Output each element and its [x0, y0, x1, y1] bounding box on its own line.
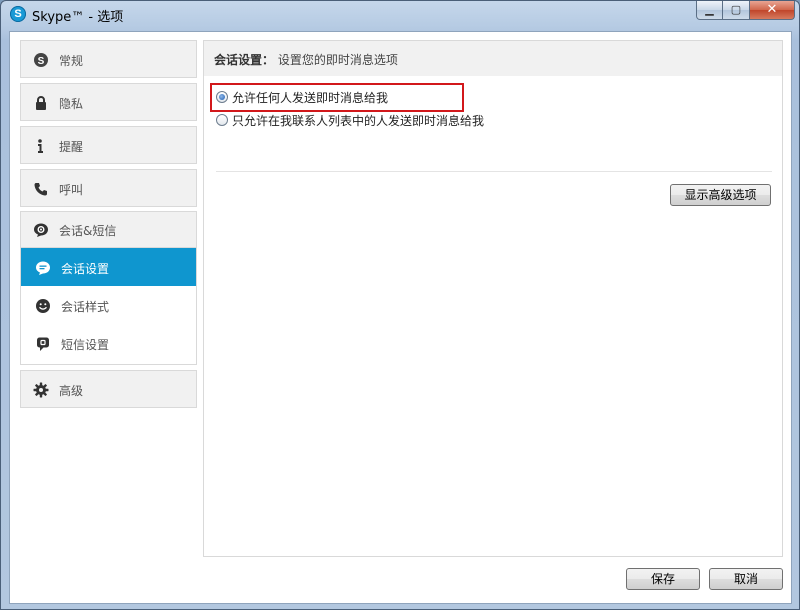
- skype-app-icon: S: [10, 6, 26, 22]
- minimize-button[interactable]: ▁: [696, 1, 723, 20]
- sidebar-subitem-im-style[interactable]: 会话样式: [21, 286, 196, 324]
- chat-bubble-icon: [36, 261, 50, 275]
- divider: [216, 171, 772, 172]
- panel-header-title: 会话设置：: [214, 53, 275, 67]
- sidebar-item-im-sms[interactable]: 会话&短信: [21, 212, 196, 248]
- chat-gear-icon: [34, 223, 48, 237]
- caption-buttons: ▁ ▢ ✕: [696, 1, 795, 21]
- panel-header: 会话设置： 设置您的即时消息选项: [203, 40, 783, 76]
- sidebar-item-label: 高级: [59, 384, 84, 398]
- save-button[interactable]: 保存: [626, 568, 700, 590]
- sidebar-item-advanced[interactable]: 高级: [20, 370, 197, 408]
- cancel-button[interactable]: 取消: [709, 568, 783, 590]
- sidebar-item-notifications[interactable]: 提醒: [20, 126, 197, 164]
- panel-body: 允许任何人发送即时消息给我 只允许在我联系人列表中的人发送即时消息给我 显示高级…: [203, 76, 783, 557]
- sidebar-subitem-label: 短信设置: [61, 338, 110, 352]
- sidebar-item-general[interactable]: S 常规: [20, 40, 197, 78]
- option-label: 允许任何人发送即时消息给我: [232, 90, 389, 105]
- lock-icon: [36, 96, 46, 110]
- sidebar-item-label: 呼叫: [59, 183, 84, 197]
- option-contacts-only[interactable]: 只允许在我联系人列表中的人发送即时消息给我: [216, 111, 484, 129]
- smiley-icon: [36, 299, 50, 313]
- sidebar-group-label: 会话&短信: [59, 224, 117, 238]
- window-title: Skype™ - 选项: [32, 10, 124, 25]
- close-button[interactable]: ✕: [750, 1, 795, 20]
- option-label: 只允许在我联系人列表中的人发送即时消息给我: [232, 113, 485, 128]
- sidebar-subitem-label: 会话设置: [61, 262, 110, 276]
- title-bar[interactable]: S Skype™ - 选项 ▁ ▢ ✕: [1, 1, 799, 27]
- sidebar-item-label: 隐私: [59, 97, 84, 111]
- sms-icon: [37, 337, 49, 351]
- sidebar-subitem-label: 会话样式: [61, 300, 110, 314]
- client-area: S 常规 隐私 提醒 呼叫 会话&短信 会话设置 会话样式 短信设置 高级 会话…: [9, 31, 792, 604]
- radio-allow-anyone[interactable]: [216, 91, 228, 103]
- sidebar-item-label: 提醒: [59, 140, 84, 154]
- sidebar-item-calls[interactable]: 呼叫: [20, 169, 197, 207]
- radio-contacts-only[interactable]: [216, 114, 228, 126]
- sidebar-group-im-sms: 会话&短信 会话设置 会话样式 短信设置: [20, 211, 197, 365]
- svg-text:S: S: [38, 56, 45, 67]
- panel-header-description: 设置您的即时消息选项: [277, 53, 398, 67]
- sidebar-subitem-sms-settings[interactable]: 短信设置: [21, 324, 196, 362]
- maximize-button[interactable]: ▢: [723, 1, 750, 20]
- sidebar-item-label: 常规: [59, 54, 84, 68]
- options-window: S Skype™ - 选项 ▁ ▢ ✕ S 常规 隐私 提醒 呼叫 会话&短信 …: [0, 0, 800, 610]
- phone-icon: [34, 183, 47, 196]
- show-advanced-options-button[interactable]: 显示高级选项: [670, 184, 771, 206]
- option-allow-anyone[interactable]: 允许任何人发送即时消息给我: [216, 88, 388, 106]
- info-icon: [38, 139, 43, 153]
- skype-icon: S: [34, 53, 48, 67]
- gear-icon: [33, 382, 49, 398]
- sidebar-subitem-im-settings[interactable]: 会话设置: [21, 248, 196, 286]
- sidebar-item-privacy[interactable]: 隐私: [20, 83, 197, 121]
